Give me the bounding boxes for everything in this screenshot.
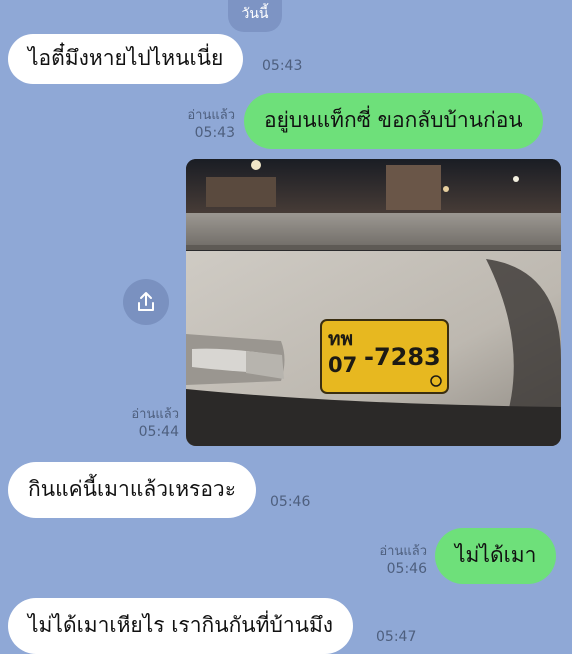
message-bubble-outgoing[interactable]: ไม่ได้เมา — [435, 528, 557, 584]
message-bubble-incoming[interactable]: ไม่ได้เมาเหียไร เรากินกันที่บ้านมึง — [8, 598, 354, 654]
chat-area: วันนี้ ไอตี๋มึงหายไปไหนเนี่ย 05:43 อ่านแ… — [0, 0, 572, 654]
read-receipt: อ่านแล้ว — [187, 108, 235, 123]
message-time: 05:47 — [376, 629, 417, 645]
message-time: 05:43 — [262, 58, 303, 74]
message-text: อยู่บนแท็กซี่ ขอกลับบ้านก่อน — [264, 108, 523, 133]
message-text: ไอตี๋มึงหายไปไหนเนี่ย — [28, 46, 224, 71]
message-bubble-outgoing[interactable]: อยู่บนแท็กซี่ ขอกลับบ้านก่อน — [244, 93, 543, 149]
plate-number: -7283 — [364, 343, 441, 371]
message-time: 05:43 — [194, 125, 235, 141]
photo-message[interactable]: ทพ 07 -7283 — [186, 159, 561, 446]
message-time: 05:46 — [386, 561, 427, 577]
plate-prefix: ทพ — [328, 328, 353, 350]
message-text: ไม่ได้เมา — [455, 543, 537, 568]
read-receipt: อ่านแล้ว — [379, 544, 427, 559]
message-time: 05:44 — [138, 424, 179, 440]
plate-line2: 07 — [328, 353, 357, 377]
share-button[interactable] — [123, 279, 169, 325]
message-text: ไม่ได้เมาเหียไร เรากินกันที่บ้านมึง — [28, 613, 334, 638]
share-icon — [138, 292, 154, 311]
message-meta: อ่านแล้ว 05:44 — [104, 406, 179, 441]
message-meta: อ่านแล้ว 05:46 — [352, 543, 427, 578]
read-receipt: อ่านแล้ว — [131, 407, 179, 422]
taxi-photo: ทพ 07 -7283 — [186, 159, 561, 446]
message-time: 05:46 — [270, 494, 311, 510]
message-bubble-incoming[interactable]: ไอตี๋มึงหายไปไหนเนี่ย — [8, 34, 244, 84]
message-text: กินแค่นี้เมาแล้วเหรอวะ — [28, 477, 237, 502]
message-meta: อ่านแล้ว 05:43 — [160, 107, 235, 142]
date-separator: วันนี้ — [228, 0, 282, 32]
message-bubble-incoming[interactable]: กินแค่นี้เมาแล้วเหรอวะ — [8, 462, 257, 518]
